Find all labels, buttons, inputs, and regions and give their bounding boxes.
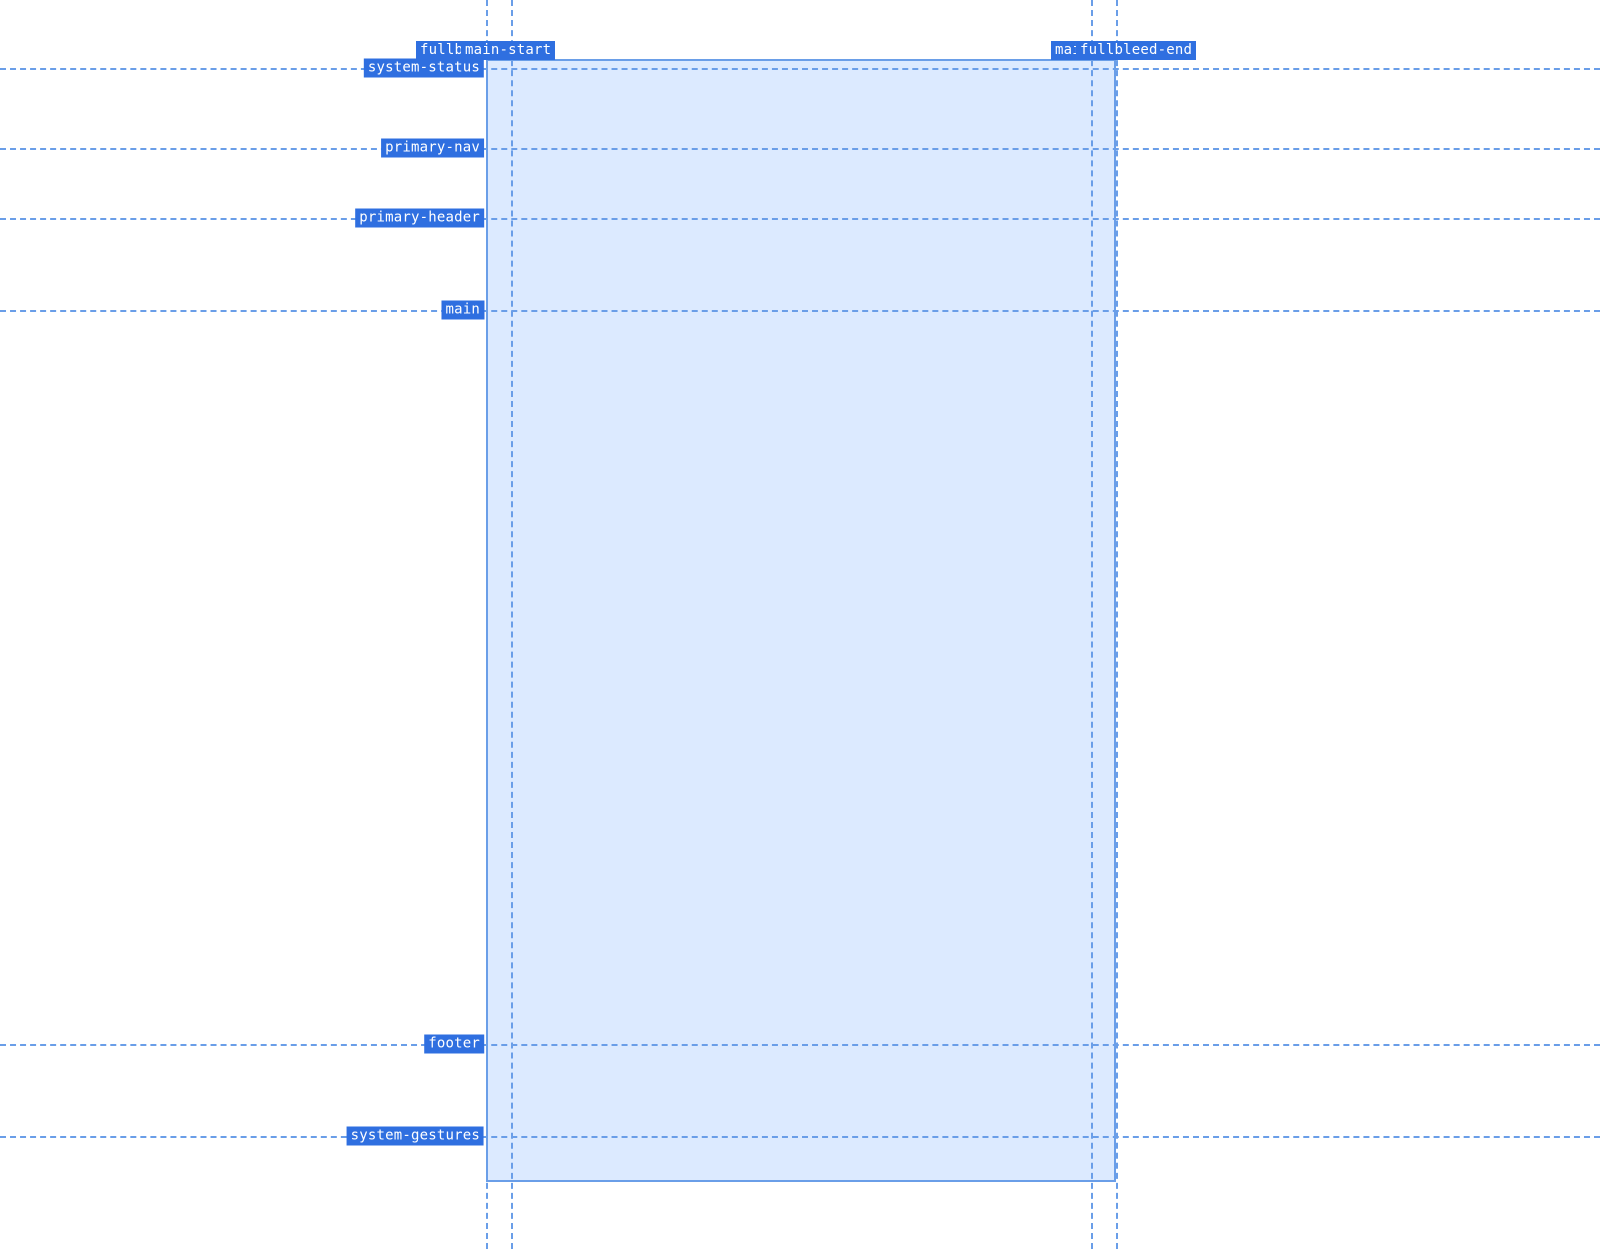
row-line-system-status [0, 68, 1600, 70]
row-line-primary-header [0, 218, 1600, 220]
label-main-start: main-start [461, 41, 555, 60]
col-line-main-start [511, 0, 513, 1249]
label-system-status: system-status [364, 59, 484, 78]
row-line-footer [0, 1044, 1600, 1046]
row-line-system-gestures [0, 1136, 1600, 1138]
row-line-main [0, 310, 1600, 312]
col-line-fullbleed-start [486, 0, 488, 1249]
label-main: main [441, 301, 484, 320]
label-primary-nav: primary-nav [381, 139, 484, 158]
label-primary-header: primary-header [355, 209, 484, 228]
label-footer: footer [424, 1035, 484, 1054]
grid-overlay: fullbleed-start main-start main-end full… [0, 0, 1600, 1249]
col-line-main-end [1091, 0, 1093, 1249]
row-line-primary-nav [0, 148, 1600, 150]
col-line-fullbleed-end [1116, 0, 1118, 1249]
label-fullbleed-end: fullbleed-end [1076, 41, 1196, 60]
label-system-gestures: system-gestures [347, 1127, 484, 1146]
grid-area-highlight [486, 59, 1116, 1182]
